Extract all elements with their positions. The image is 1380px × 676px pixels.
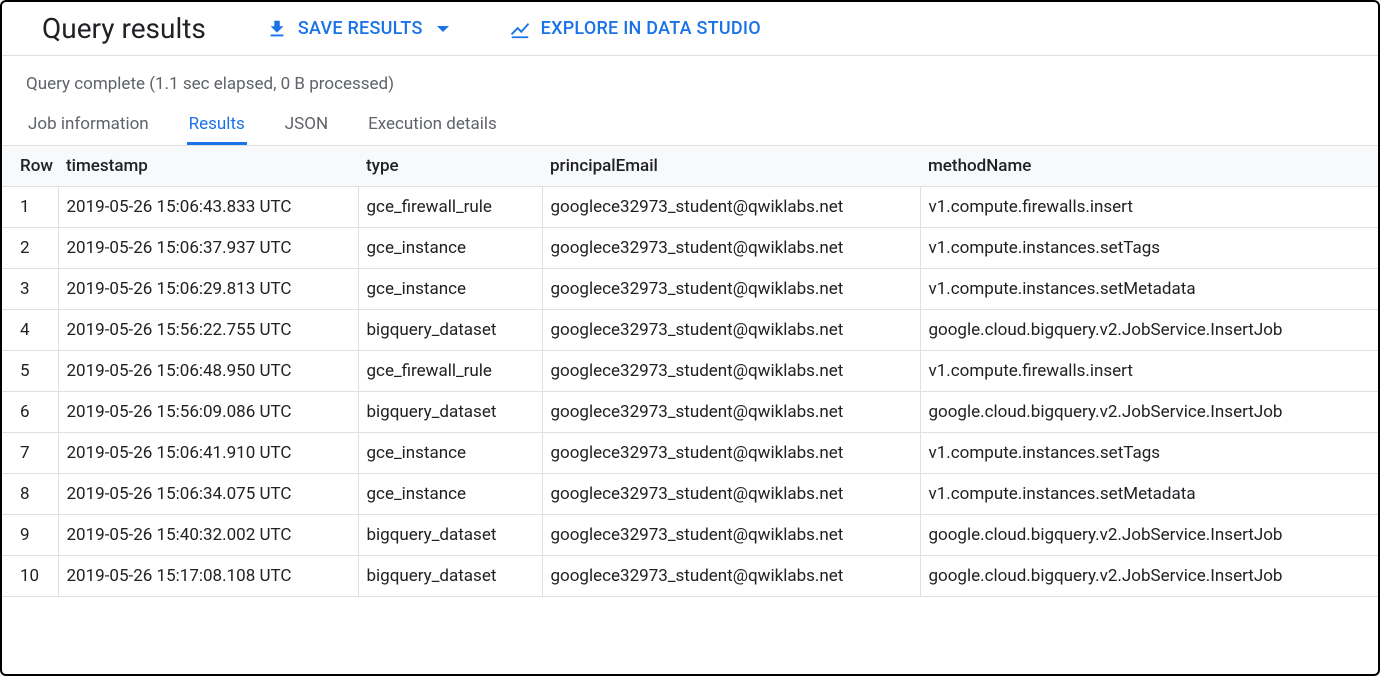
cell-timestamp: 2019-05-26 15:17:08.108 UTC [58,556,358,597]
cell-principal-email: googlece32973_student@qwiklabs.net [542,269,920,310]
table-row: 12019-05-26 15:06:43.833 UTCgce_firewall… [2,187,1378,228]
cell-type: bigquery_dataset [358,392,542,433]
cell-type: gce_firewall_rule [358,187,542,228]
cell-timestamp: 2019-05-26 15:56:09.086 UTC [58,392,358,433]
cell-timestamp: 2019-05-26 15:40:32.002 UTC [58,515,358,556]
cell-method-name: google.cloud.bigquery.v2.JobService.Inse… [920,310,1378,351]
tab-job-information[interactable]: Job information [26,108,151,145]
col-header-method-name: methodName [920,146,1378,187]
cell-method-name: v1.compute.instances.setMetadata [920,269,1378,310]
save-results-button[interactable]: SAVE RESULTS [266,18,449,40]
header: Query results SAVE RESULTS EXPLORE IN DA… [2,2,1378,55]
col-header-row: Row [2,146,58,187]
page-title: Query results [42,12,206,45]
cell-timestamp: 2019-05-26 15:56:22.755 UTC [58,310,358,351]
cell-principal-email: googlece32973_student@qwiklabs.net [542,228,920,269]
tab-results[interactable]: Results [187,108,247,145]
cell-type: gce_instance [358,433,542,474]
tab-execution-details[interactable]: Execution details [366,108,499,145]
cell-row: 6 [2,392,58,433]
header-actions: SAVE RESULTS EXPLORE IN DATA STUDIO [266,18,761,40]
cell-row: 4 [2,310,58,351]
chevron-down-icon [437,26,449,32]
tab-json[interactable]: JSON [283,108,330,145]
cell-row: 8 [2,474,58,515]
cell-type: gce_instance [358,269,542,310]
cell-row: 5 [2,351,58,392]
table-row: 42019-05-26 15:56:22.755 UTCbigquery_dat… [2,310,1378,351]
cell-row: 10 [2,556,58,597]
cell-principal-email: googlece32973_student@qwiklabs.net [542,433,920,474]
cell-method-name: google.cloud.bigquery.v2.JobService.Inse… [920,556,1378,597]
cell-type: bigquery_dataset [358,310,542,351]
cell-type: bigquery_dataset [358,556,542,597]
explore-label: EXPLORE IN DATA STUDIO [541,18,761,39]
table-row: 72019-05-26 15:06:41.910 UTCgce_instance… [2,433,1378,474]
cell-principal-email: googlece32973_student@qwiklabs.net [542,310,920,351]
cell-method-name: v1.compute.firewalls.insert [920,187,1378,228]
cell-type: gce_instance [358,474,542,515]
cell-timestamp: 2019-05-26 15:06:29.813 UTC [58,269,358,310]
cell-principal-email: googlece32973_student@qwiklabs.net [542,515,920,556]
cell-row: 3 [2,269,58,310]
cell-method-name: v1.compute.instances.setTags [920,433,1378,474]
cell-row: 1 [2,187,58,228]
col-header-principal-email: principalEmail [542,146,920,187]
download-icon [266,18,288,40]
table-row: 22019-05-26 15:06:37.937 UTCgce_instance… [2,228,1378,269]
cell-method-name: google.cloud.bigquery.v2.JobService.Inse… [920,515,1378,556]
cell-principal-email: googlece32973_student@qwiklabs.net [542,351,920,392]
cell-method-name: google.cloud.bigquery.v2.JobService.Inse… [920,392,1378,433]
cell-type: bigquery_dataset [358,515,542,556]
cell-timestamp: 2019-05-26 15:06:41.910 UTC [58,433,358,474]
table-row: 102019-05-26 15:17:08.108 UTCbigquery_da… [2,556,1378,597]
table-row: 32019-05-26 15:06:29.813 UTCgce_instance… [2,269,1378,310]
query-status: Query complete (1.1 sec elapsed, 0 B pro… [2,56,1378,108]
cell-row: 2 [2,228,58,269]
table-header-row: Row timestamp type principalEmail method… [2,146,1378,187]
cell-method-name: v1.compute.instances.setTags [920,228,1378,269]
cell-type: gce_instance [358,228,542,269]
cell-row: 9 [2,515,58,556]
tabs: Job information Results JSON Execution d… [2,108,1378,146]
cell-method-name: v1.compute.firewalls.insert [920,351,1378,392]
cell-timestamp: 2019-05-26 15:06:48.950 UTC [58,351,358,392]
cell-timestamp: 2019-05-26 15:06:37.937 UTC [58,228,358,269]
cell-principal-email: googlece32973_student@qwiklabs.net [542,474,920,515]
table-row: 52019-05-26 15:06:48.950 UTCgce_firewall… [2,351,1378,392]
cell-principal-email: googlece32973_student@qwiklabs.net [542,187,920,228]
save-results-label: SAVE RESULTS [298,18,423,39]
results-table: Row timestamp type principalEmail method… [2,146,1378,597]
chart-icon [509,18,531,40]
table-row: 62019-05-26 15:56:09.086 UTCbigquery_dat… [2,392,1378,433]
cell-row: 7 [2,433,58,474]
col-header-type: type [358,146,542,187]
cell-type: gce_firewall_rule [358,351,542,392]
cell-timestamp: 2019-05-26 15:06:34.075 UTC [58,474,358,515]
col-header-timestamp: timestamp [58,146,358,187]
explore-data-studio-button[interactable]: EXPLORE IN DATA STUDIO [509,18,761,40]
cell-method-name: v1.compute.instances.setMetadata [920,474,1378,515]
table-row: 82019-05-26 15:06:34.075 UTCgce_instance… [2,474,1378,515]
cell-timestamp: 2019-05-26 15:06:43.833 UTC [58,187,358,228]
table-row: 92019-05-26 15:40:32.002 UTCbigquery_dat… [2,515,1378,556]
cell-principal-email: googlece32973_student@qwiklabs.net [542,556,920,597]
cell-principal-email: googlece32973_student@qwiklabs.net [542,392,920,433]
